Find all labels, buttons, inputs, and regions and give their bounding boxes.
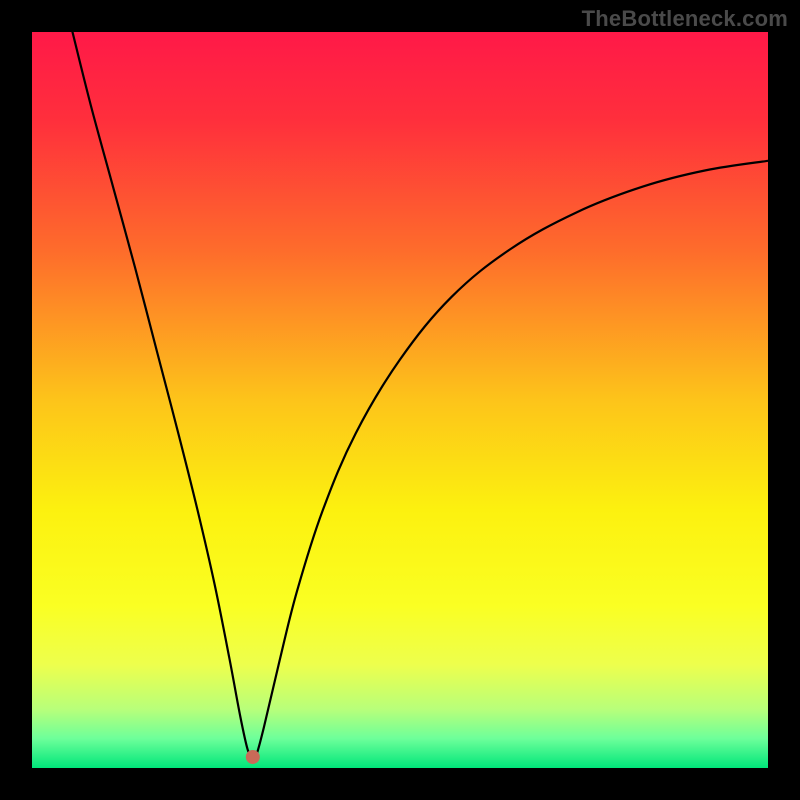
chart-background-gradient <box>32 32 768 768</box>
chart-frame <box>32 32 768 768</box>
watermark-text: TheBottleneck.com <box>582 6 788 32</box>
bottleneck-chart <box>32 32 768 768</box>
trough-marker <box>246 750 260 764</box>
